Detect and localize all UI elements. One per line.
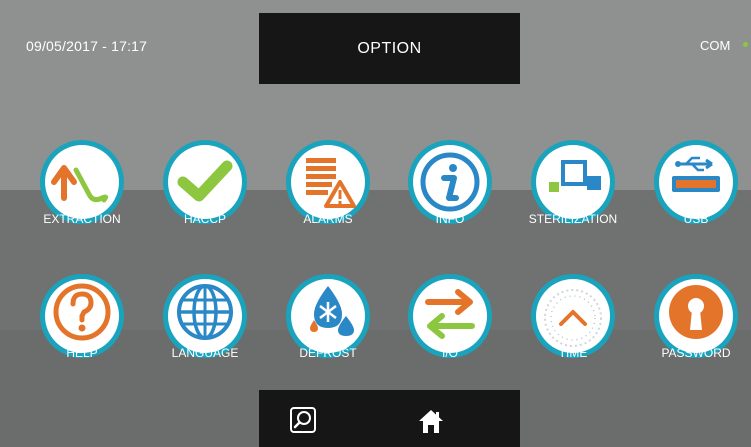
search-icon (290, 407, 316, 433)
menu-item-label: ALARMS (303, 212, 353, 226)
search-button[interactable] (273, 390, 333, 447)
option-screen: 09/05/2017 - 17:17 OPTION COM EXTRACTION… (0, 0, 751, 447)
menu-item-label: TIME (558, 346, 588, 360)
title-bar: OPTION (259, 13, 520, 84)
home-button[interactable] (401, 390, 461, 447)
menu-item-label: LANGUAGE (171, 346, 239, 360)
date-time: 09/05/2017 - 17:17 (26, 38, 148, 54)
page-title: OPTION (357, 39, 422, 57)
menu-item-label: USB (683, 212, 709, 226)
menu-item-label: I/O (441, 346, 458, 360)
home-icon (419, 410, 443, 433)
menu-item-label: DEFROST (299, 346, 357, 360)
menu-item-label: STERILIZATION (528, 212, 618, 226)
com-status-label: COM (700, 38, 731, 53)
menu-item-label: HACCP (183, 212, 226, 226)
com-status-indicator (743, 42, 748, 47)
menu-item-label: EXTRACTION (43, 212, 121, 226)
menu-item-label: HELP (66, 346, 98, 360)
menu-item-label: INFO (435, 212, 465, 226)
bottom-navbar (259, 390, 520, 447)
menu-item-label: PASSWORD (661, 346, 731, 360)
